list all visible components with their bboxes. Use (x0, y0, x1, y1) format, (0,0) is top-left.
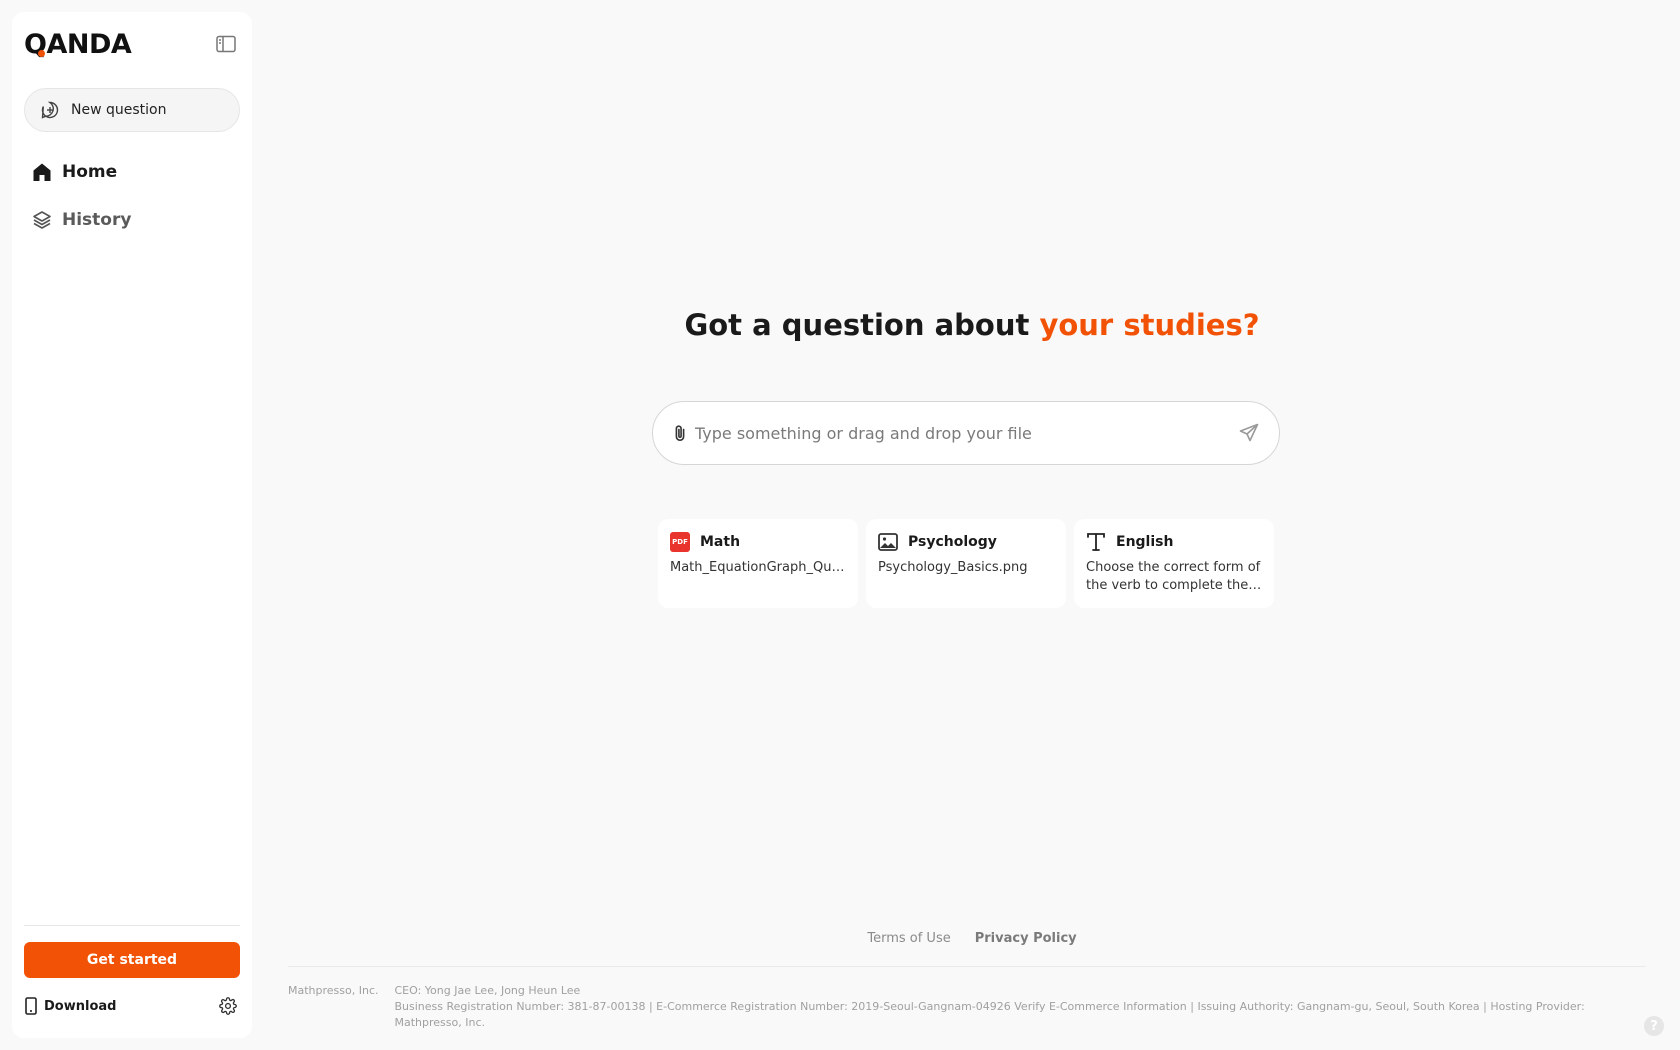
footer-divider (288, 966, 1646, 967)
download-button[interactable]: Download (24, 997, 116, 1015)
sidebar-toggle-icon (216, 35, 236, 53)
card-title: Psychology (908, 534, 997, 550)
headline-prefix: Got a question about (684, 308, 1040, 342)
card-title: English (1116, 534, 1174, 550)
sidebar-item-home[interactable]: Home (24, 150, 240, 194)
headline-accent: your studies? (1039, 308, 1260, 342)
new-question-button[interactable]: New question (24, 88, 240, 132)
sidebar-toggle-button[interactable] (212, 30, 240, 58)
pdf-icon: PDF (670, 532, 690, 552)
text-icon (1087, 533, 1105, 551)
card-title: Math (700, 534, 741, 550)
new-question-label: New question (71, 102, 167, 118)
attach-button[interactable] (673, 424, 687, 442)
main-content: Got a question about your studies? PDF M… (264, 0, 1680, 1050)
send-icon (1239, 423, 1259, 442)
logo-q: Q (24, 29, 47, 60)
company-info: Mathpresso, Inc. CEO: Yong Jae Lee, Jong… (288, 983, 1600, 1031)
suggestion-cards: PDF Math Math_EquationGraph_Question.pdf… (658, 519, 1274, 608)
image-icon (878, 533, 898, 551)
question-input-box (652, 401, 1280, 465)
sidebar-nav: Home History (24, 150, 240, 242)
logo-dot (38, 49, 46, 57)
card-header: PDF Math (670, 532, 846, 552)
paperclip-icon (675, 425, 685, 441)
footer-links: Terms of Use Privacy Policy (264, 931, 1680, 946)
sidebar-item-history[interactable]: History (24, 198, 240, 242)
gear-icon (219, 997, 237, 1015)
sidebar-header: Q ANDA (24, 24, 240, 64)
sidebar: Q ANDA New question Home History Get star… (12, 12, 252, 1038)
sidebar-item-label: History (62, 210, 132, 230)
suggestion-card-psychology[interactable]: Psychology Psychology_Basics.png (866, 519, 1066, 608)
question-input[interactable] (695, 423, 1235, 443)
sidebar-footer: Download (24, 986, 240, 1026)
card-header: English (1086, 532, 1262, 552)
phone-icon (25, 997, 37, 1015)
plus-chat-icon (41, 101, 59, 119)
settings-button[interactable] (216, 994, 240, 1018)
qanda-logo[interactable]: Q ANDA (24, 28, 132, 60)
card-body: Math_EquationGraph_Question.pdf (670, 560, 846, 575)
registration-text: Business Registration Number: 381-87-001… (394, 1000, 1585, 1029)
sidebar-divider (24, 925, 240, 926)
sidebar-item-label: Home (62, 162, 118, 182)
card-header: Psychology (878, 532, 1054, 552)
page-headline: Got a question about your studies? (264, 308, 1680, 342)
card-body: Choose the correct form of the verb to c… (1086, 560, 1261, 593)
layers-icon (33, 211, 51, 229)
send-button[interactable] (1235, 419, 1263, 447)
company-details: CEO: Yong Jae Lee, Jong Heun Lee Busines… (395, 983, 1601, 1031)
privacy-link[interactable]: Privacy Policy (975, 931, 1077, 946)
help-button[interactable]: ? (1644, 1016, 1664, 1036)
home-icon (33, 163, 51, 181)
card-body: Psychology_Basics.png (878, 560, 1028, 575)
terms-link[interactable]: Terms of Use (867, 931, 950, 946)
logo-text: ANDA (46, 28, 132, 60)
ceo-text: CEO: Yong Jae Lee, Jong Heun Lee (394, 984, 581, 997)
suggestion-card-math[interactable]: PDF Math Math_EquationGraph_Question.pdf (658, 519, 858, 608)
suggestion-card-english[interactable]: English Choose the correct form of the v… (1074, 519, 1274, 608)
get-started-button[interactable]: Get started (24, 942, 240, 978)
company-name: Mathpresso, Inc. (288, 984, 379, 997)
download-label: Download (44, 998, 117, 1014)
